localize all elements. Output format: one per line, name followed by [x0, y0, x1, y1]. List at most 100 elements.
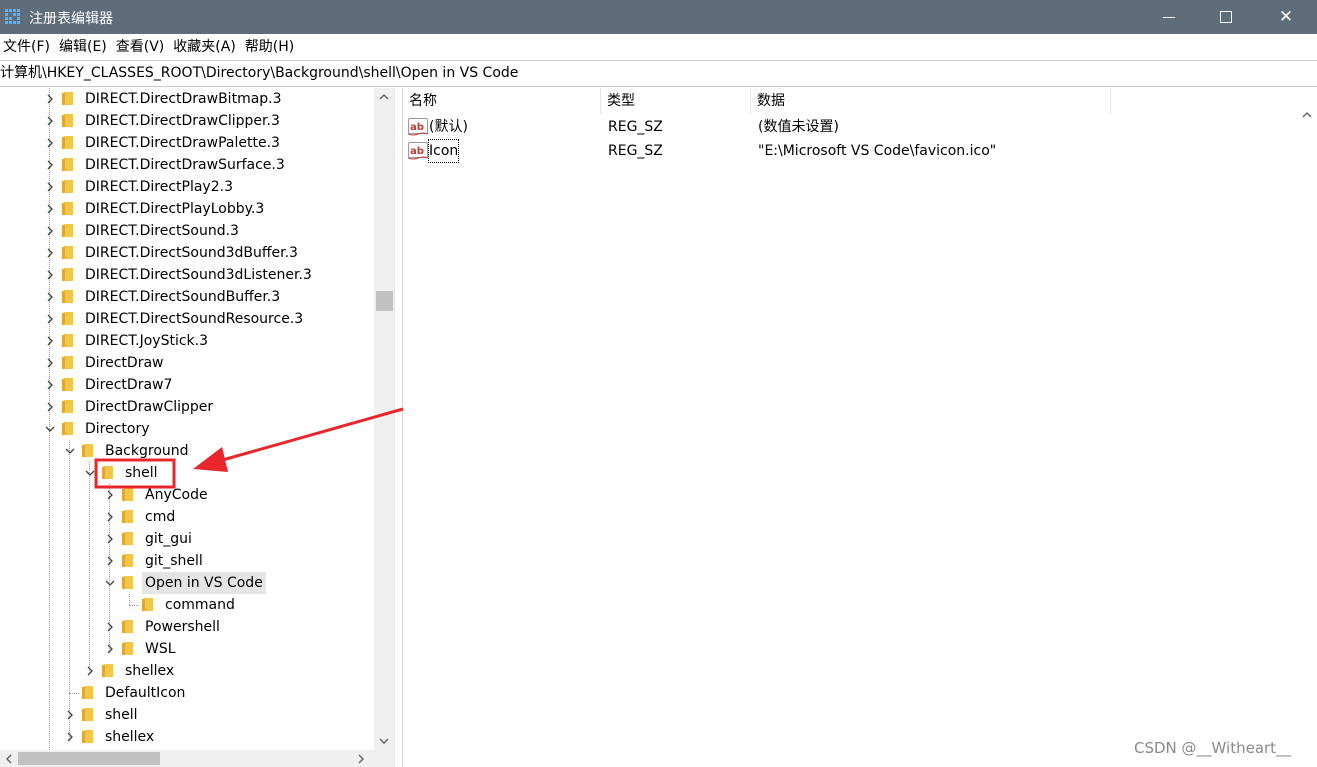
chevron-right-icon[interactable]: [44, 159, 56, 171]
scroll-up-arrow-icon[interactable]: [374, 88, 394, 106]
tree-node-git-gui[interactable]: git_gui: [0, 528, 374, 550]
values-vertical-scrollbar[interactable]: [1297, 88, 1317, 767]
menu-help[interactable]: 帮助(H): [242, 34, 298, 60]
column-header-data[interactable]: 数据: [751, 88, 1111, 114]
svg-text:ab: ab: [410, 122, 424, 133]
tree-node-anycode[interactable]: AnyCode: [0, 484, 374, 506]
chevron-right-icon[interactable]: [104, 643, 116, 655]
chevron-right-icon[interactable]: [44, 269, 56, 281]
tree-node-shell[interactable]: shell: [0, 462, 374, 484]
scroll-up-arrow-icon[interactable]: [1297, 106, 1317, 124]
tree-node-wsl[interactable]: WSL: [0, 638, 374, 660]
svg-text:ab: ab: [410, 146, 424, 157]
tree-node-direct-joystick-3[interactable]: DIRECT.JoyStick.3: [0, 330, 374, 352]
tree-node-cmd[interactable]: cmd: [0, 506, 374, 528]
tree-horizontal-scrollbar[interactable]: [0, 750, 394, 767]
column-header-name[interactable]: 名称: [403, 88, 601, 114]
folder-icon: [62, 378, 73, 391]
folder-icon: [122, 532, 133, 545]
chevron-right-icon[interactable]: [44, 203, 56, 215]
tree-node-direct-directdrawclipper-3[interactable]: DIRECT.DirectDrawClipper.3: [0, 110, 374, 132]
tree-node-directdraw7[interactable]: DirectDraw7: [0, 374, 374, 396]
tree-node-direct-directdrawsurface-3[interactable]: DIRECT.DirectDrawSurface.3: [0, 154, 374, 176]
value-data: "E:\Microsoft VS Code\favicon.ico": [758, 143, 997, 159]
chevron-right-icon[interactable]: [44, 313, 56, 325]
chevron-right-icon[interactable]: [104, 533, 116, 545]
minimize-button[interactable]: [1139, 0, 1199, 34]
tree-node-label: Powershell: [145, 619, 220, 635]
tree-node-direct-directsoundbuffer-3[interactable]: DIRECT.DirectSoundBuffer.3: [0, 286, 374, 308]
tree-node-shellex[interactable]: shellex: [0, 726, 374, 748]
tree-node-label: Directory: [85, 421, 150, 437]
tree-node-direct-directsound3dbuffer-3[interactable]: DIRECT.DirectSound3dBuffer.3: [0, 242, 374, 264]
tree-node-powershell[interactable]: Powershell: [0, 616, 374, 638]
chevron-down-icon[interactable]: [44, 423, 56, 435]
tree-node-direct-directdrawpalette-3[interactable]: DIRECT.DirectDrawPalette.3: [0, 132, 374, 154]
scroll-right-arrow-icon[interactable]: [352, 750, 370, 767]
chevron-right-icon[interactable]: [44, 401, 56, 413]
chevron-right-icon[interactable]: [44, 115, 56, 127]
chevron-right-icon[interactable]: [44, 291, 56, 303]
key-tree[interactable]: DIRECT.DirectDrawBitmap.3 DIRECT.DirectDr…: [0, 88, 394, 767]
close-button[interactable]: ✕: [1256, 0, 1316, 34]
close-icon: ✕: [1278, 7, 1294, 27]
chevron-right-icon[interactable]: [44, 137, 56, 149]
folder-icon: [122, 510, 133, 523]
menu-favorites[interactable]: 收藏夹(A): [170, 34, 240, 60]
chevron-right-icon[interactable]: [84, 665, 96, 677]
pane-splitter[interactable]: [394, 88, 402, 767]
chevron-down-icon[interactable]: [64, 445, 76, 457]
tree-node-open-in-vs-code[interactable]: Open in VS Code: [0, 572, 374, 594]
chevron-right-icon[interactable]: [44, 379, 56, 391]
chevron-right-icon[interactable]: [44, 335, 56, 347]
menu-bar: 文件(F) 编辑(E) 查看(V) 收藏夹(A) 帮助(H): [0, 34, 1317, 60]
menu-view[interactable]: 查看(V): [113, 34, 169, 60]
tree-scroll-thumb[interactable]: [376, 291, 393, 311]
folder-icon: [62, 290, 73, 303]
tree-node-direct-directplaylobby-3[interactable]: DIRECT.DirectPlayLobby.3: [0, 198, 374, 220]
tree-node-git-shell[interactable]: git_shell: [0, 550, 374, 572]
tree-node-directdrawclipper[interactable]: DirectDrawClipper: [0, 396, 374, 418]
chevron-down-icon[interactable]: [84, 467, 96, 479]
menu-file[interactable]: 文件(F): [0, 34, 54, 60]
chevron-right-icon[interactable]: [104, 511, 116, 523]
scroll-left-arrow-icon[interactable]: [0, 750, 18, 767]
tree-node-direct-directsoundresource-3[interactable]: DIRECT.DirectSoundResource.3: [0, 308, 374, 330]
tree-node-direct-directsound-3[interactable]: DIRECT.DirectSound.3: [0, 220, 374, 242]
value-data: (数值未设置): [758, 119, 839, 135]
values-list[interactable]: 名称 类型 数据 ab (默认) REG_SZ (数值未设置) ab Icon …: [402, 88, 1317, 767]
tree-node-directdraw[interactable]: DirectDraw: [0, 352, 374, 374]
tree-node-command[interactable]: command: [0, 594, 374, 616]
tree-node-label: DIRECT.DirectDrawClipper.3: [85, 113, 280, 129]
chevron-right-icon[interactable]: [64, 709, 76, 721]
tree-node-direct-directdrawbitmap-3[interactable]: DIRECT.DirectDrawBitmap.3: [0, 88, 374, 110]
chevron-right-icon[interactable]: [104, 621, 116, 633]
chevron-right-icon[interactable]: [44, 357, 56, 369]
tree-hscroll-thumb[interactable]: [18, 752, 160, 765]
tree-vertical-scrollbar[interactable]: [374, 88, 394, 750]
chevron-right-icon[interactable]: [44, 181, 56, 193]
chevron-right-icon[interactable]: [104, 489, 116, 501]
value-row-default[interactable]: ab (默认) REG_SZ (数值未设置): [403, 115, 1317, 139]
string-value-icon: ab: [408, 118, 428, 136]
tree-node-direct-directplay2-3[interactable]: DIRECT.DirectPlay2.3: [0, 176, 374, 198]
column-header-type[interactable]: 类型: [601, 88, 751, 114]
chevron-right-icon[interactable]: [44, 225, 56, 237]
value-row-icon[interactable]: ab Icon REG_SZ "E:\Microsoft VS Code\fav…: [403, 139, 1317, 163]
chevron-right-icon[interactable]: [104, 555, 116, 567]
tree-node-shell[interactable]: shell: [0, 704, 374, 726]
tree-node-background[interactable]: Background: [0, 440, 374, 462]
tree-node-defaulticon[interactable]: DefaultIcon: [0, 682, 374, 704]
maximize-button[interactable]: [1196, 0, 1256, 34]
scroll-down-arrow-icon[interactable]: [374, 732, 394, 750]
menu-edit[interactable]: 编辑(E): [56, 34, 111, 60]
chevron-right-icon[interactable]: [44, 93, 56, 105]
tree-node-direct-directsound3dlistener-3[interactable]: DIRECT.DirectSound3dListener.3: [0, 264, 374, 286]
chevron-down-icon[interactable]: [104, 577, 116, 589]
tree-node-directory[interactable]: Directory: [0, 418, 374, 440]
chevron-right-icon[interactable]: [44, 247, 56, 259]
tree-node-shellex[interactable]: shellex: [0, 660, 374, 682]
tree-node-label: DIRECT.DirectPlay2.3: [85, 179, 233, 195]
address-bar[interactable]: 计算机\HKEY_CLASSES_ROOT\Directory\Backgrou…: [0, 60, 1317, 87]
chevron-right-icon[interactable]: [64, 731, 76, 743]
